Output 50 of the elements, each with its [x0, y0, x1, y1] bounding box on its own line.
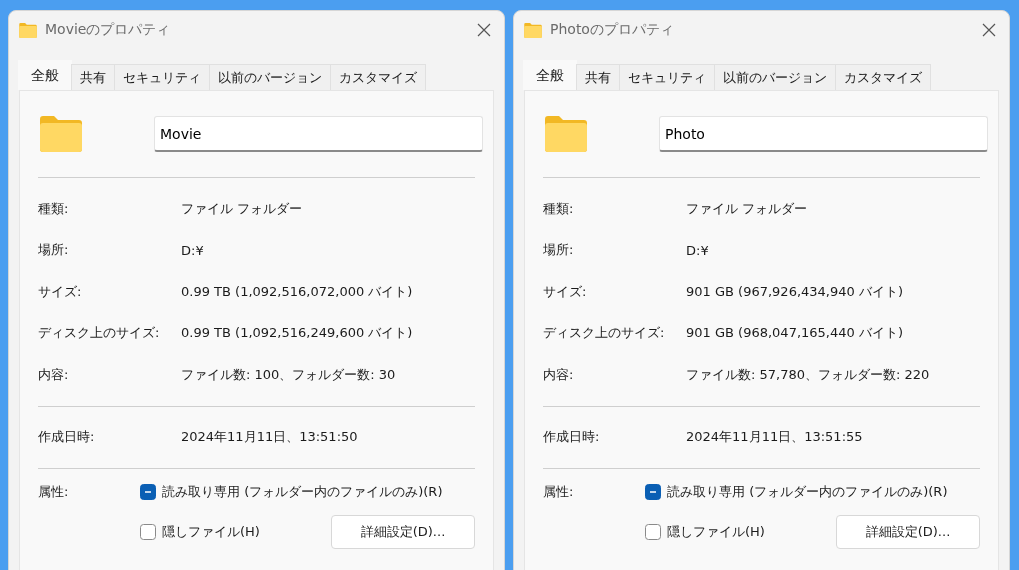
property-value: 0.99 TB (1,092,516,072,000 バイト) — [181, 282, 413, 301]
tab[interactable]: 全般 — [18, 60, 72, 90]
advanced-button[interactable]: 詳細設定(D)... — [836, 515, 980, 549]
tab[interactable]: カスタマイズ — [330, 64, 426, 90]
property-value: ファイル フォルダー — [181, 199, 303, 218]
property-label: 内容: — [543, 365, 575, 384]
folder-icon — [19, 22, 37, 38]
property-label: 属性: — [543, 483, 575, 501]
property-label: 種類: — [543, 199, 575, 218]
property-label: 種類: — [38, 199, 70, 218]
property-value: 2024年11月11日、13:51:55 — [686, 428, 863, 447]
property-label: 内容: — [38, 365, 70, 384]
property-value: D:¥ — [686, 242, 709, 258]
checkbox-label[interactable]: 読み取り専用 (フォルダー内のファイルのみ)(R) — [162, 483, 443, 501]
property-label: サイズ: — [543, 282, 588, 301]
checkbox[interactable] — [645, 524, 661, 540]
tab[interactable]: 共有 — [576, 64, 620, 90]
property-value: 2024年11月11日、13:51:50 — [181, 428, 358, 447]
property-label: サイズ: — [38, 282, 83, 301]
window-title: Photoのプロパティ — [550, 21, 675, 39]
tab[interactable]: カスタマイズ — [835, 64, 931, 90]
name-field[interactable]: Movie — [154, 116, 483, 152]
window-title: Movieのプロパティ — [45, 21, 172, 39]
property-label: ディスク上のサイズ: — [543, 324, 666, 343]
advanced-button[interactable]: 詳細設定(D)... — [331, 515, 475, 549]
property-label: 場所: — [38, 241, 70, 260]
name-field[interactable]: Photo — [659, 116, 988, 152]
checkbox[interactable] — [645, 484, 661, 500]
property-value: 901 GB (968,047,165,440 バイト) — [686, 324, 903, 343]
checkbox[interactable] — [140, 484, 156, 500]
property-label: ディスク上のサイズ: — [38, 324, 161, 343]
property-value: 901 GB (967,926,434,940 バイト) — [686, 282, 903, 301]
folder-icon — [524, 22, 542, 38]
property-value: ファイル数: 100、フォルダー数: 30 — [181, 365, 396, 384]
property-value: D:¥ — [181, 242, 204, 258]
property-label: 場所: — [543, 241, 575, 260]
property-value: ファイル フォルダー — [686, 199, 808, 218]
tab[interactable]: 全般 — [523, 60, 577, 90]
property-label: 属性: — [38, 483, 70, 501]
property-value: ファイル数: 57,780、フォルダー数: 220 — [686, 365, 930, 384]
checkbox[interactable] — [140, 524, 156, 540]
tab[interactable]: 共有 — [71, 64, 115, 90]
property-label: 作成日時: — [38, 428, 96, 447]
folder-icon — [545, 116, 587, 152]
property-value: 0.99 TB (1,092,516,249,600 バイト) — [181, 324, 413, 343]
property-label: 作成日時: — [543, 428, 601, 447]
checkbox-label[interactable]: 隠しファイル(H) — [162, 523, 260, 541]
folder-icon — [40, 116, 82, 152]
checkbox-label[interactable]: 読み取り専用 (フォルダー内のファイルのみ)(R) — [667, 483, 948, 501]
checkbox-label[interactable]: 隠しファイル(H) — [667, 523, 765, 541]
